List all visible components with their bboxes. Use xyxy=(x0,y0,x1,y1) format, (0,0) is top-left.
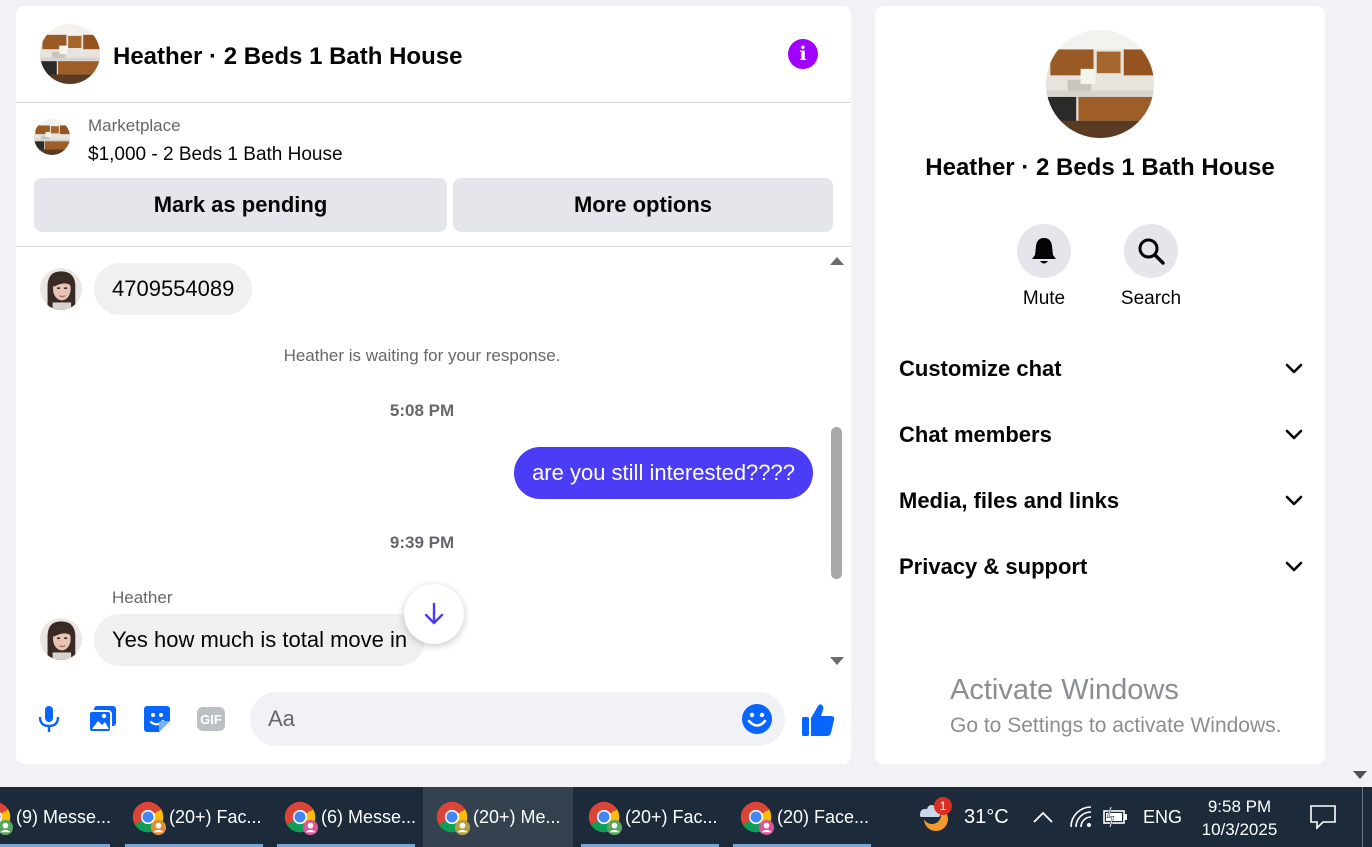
chrome-icon xyxy=(281,798,319,836)
message-composer: GIF xyxy=(16,692,851,746)
taskbar-item[interactable]: (9) Messe... xyxy=(0,787,112,847)
chevron-up-icon xyxy=(1033,811,1053,823)
show-desktop-button[interactable] xyxy=(1362,787,1372,847)
sticker-icon[interactable] xyxy=(142,704,172,734)
section-label: Media, files and links xyxy=(899,488,1120,513)
media-files-links-section[interactable]: Media, files and links xyxy=(899,481,1303,521)
clock-time: 9:58 PM xyxy=(1207,797,1272,816)
taskbar-item-active[interactable]: (20+) Me... xyxy=(423,787,573,847)
incoming-message[interactable]: 4709554089 xyxy=(94,263,253,315)
temperature: 31°C xyxy=(964,805,1009,828)
battery-button[interactable] xyxy=(1102,787,1130,847)
message-input-box[interactable] xyxy=(250,692,785,746)
mute-action[interactable]: Mute xyxy=(994,224,1094,310)
search-button[interactable] xyxy=(1124,224,1178,278)
chrome-icon xyxy=(433,798,471,836)
notifications-button[interactable] xyxy=(1309,787,1337,847)
chat-members-section[interactable]: Chat members xyxy=(899,415,1303,455)
listing-avatar[interactable] xyxy=(40,24,100,84)
chevron-down-icon xyxy=(1285,561,1303,572)
incoming-message[interactable]: Yes how much is total move in xyxy=(94,614,426,666)
message-scrollbar[interactable] xyxy=(831,427,842,579)
chrome-icon xyxy=(585,798,623,836)
sender-name: Heather xyxy=(112,588,173,607)
network-button[interactable] xyxy=(1068,787,1094,847)
show-hidden-icons-button[interactable] xyxy=(1032,787,1054,847)
taskbar-item-label: (9) Messe... xyxy=(16,806,112,827)
listing-source: Marketplace xyxy=(88,116,181,135)
section-label: Customize chat xyxy=(899,356,1062,381)
listing-title[interactable]: $1,000 - 2 Beds 1 Bath House xyxy=(88,144,343,166)
chat-header: Heather · 2 Beds 1 Bath House i xyxy=(16,6,851,103)
timestamp: 9:39 PM xyxy=(389,533,455,552)
gif-icon[interactable]: GIF xyxy=(196,704,226,734)
emoji-icon[interactable] xyxy=(741,703,773,735)
activate-windows-subtitle: Go to Settings to activate Windows. xyxy=(950,714,1282,737)
scroll-to-bottom-button[interactable] xyxy=(404,584,464,644)
profile-name[interactable]: Heather · 2 Beds 1 Bath House xyxy=(875,154,1325,182)
thumbs-up-icon[interactable] xyxy=(800,702,836,738)
svg-text:GIF: GIF xyxy=(200,712,222,727)
info-icon[interactable]: i xyxy=(788,39,818,69)
mute-label: Mute xyxy=(1022,288,1066,309)
taskbar-item[interactable]: (6) Messe... xyxy=(277,787,417,847)
weather-widget[interactable]: 1 31°C xyxy=(914,787,1009,847)
chrome-icon xyxy=(129,798,167,836)
search-icon xyxy=(1138,238,1165,265)
battery-icon xyxy=(1103,806,1127,828)
contact-avatar[interactable] xyxy=(40,268,82,310)
customize-chat-section[interactable]: Customize chat xyxy=(899,349,1303,389)
taskbar-item[interactable]: (20+) Fac... xyxy=(125,787,263,847)
mute-button[interactable] xyxy=(1017,224,1071,278)
contact-avatar[interactable] xyxy=(40,618,82,660)
notification-icon xyxy=(1310,805,1336,830)
taskbar-item-label: (20+) Fac... xyxy=(625,806,718,827)
chat-title[interactable]: Heather · 2 Beds 1 Bath House xyxy=(113,43,462,71)
scroll-up-arrow-icon[interactable] xyxy=(829,256,845,266)
language-indicator[interactable]: ENG xyxy=(1143,787,1182,847)
waiting-notice: Heather is waiting for your response. xyxy=(283,346,561,365)
taskbar-item-label: (20+) Me... xyxy=(473,806,561,827)
scroll-down-arrow-icon[interactable] xyxy=(829,656,845,666)
timestamp: 5:08 PM xyxy=(389,401,455,420)
wifi-icon xyxy=(1070,806,1092,828)
privacy-support-section[interactable]: Privacy & support xyxy=(899,547,1303,587)
page-scroll-down-arrow-icon[interactable] xyxy=(1352,770,1368,780)
search-label: Search xyxy=(1120,288,1182,309)
chevron-down-icon xyxy=(1285,363,1303,374)
chevron-down-icon xyxy=(1285,495,1303,506)
chrome-icon xyxy=(737,798,775,836)
taskbar-item[interactable]: (20) Face... xyxy=(733,787,871,847)
microphone-icon[interactable] xyxy=(34,704,64,734)
mark-as-pending-button[interactable]: Mark as pending xyxy=(34,178,447,232)
activate-windows-title: Activate Windows xyxy=(950,674,1179,706)
profile-avatar[interactable] xyxy=(1046,30,1154,138)
taskbar-item-label: (6) Messe... xyxy=(321,806,417,827)
bell-icon xyxy=(1032,238,1056,264)
system-clock[interactable]: 9:58 PM 10/3/2025 xyxy=(1192,795,1287,841)
more-options-button[interactable]: More options xyxy=(453,178,833,232)
outgoing-message[interactable]: are you still interested???? xyxy=(514,447,813,499)
chrome-icon xyxy=(0,798,14,836)
taskbar-item-label: (20+) Fac... xyxy=(169,806,262,827)
message-input[interactable] xyxy=(250,692,730,746)
photo-gallery-icon[interactable] xyxy=(88,704,118,734)
taskbar-item-label: (20) Face... xyxy=(777,806,870,827)
chat-panel: Heather · 2 Beds 1 Bath House i Marketpl… xyxy=(16,6,851,764)
listing-thumbnail[interactable] xyxy=(34,119,70,155)
arrow-down-icon xyxy=(424,602,444,625)
clock-date: 10/3/2025 xyxy=(1201,820,1278,839)
taskbar-item[interactable]: (20+) Fac... xyxy=(581,787,719,847)
search-action[interactable]: Search xyxy=(1101,224,1201,310)
chat-details-panel: Heather · 2 Beds 1 Bath House Mute Searc… xyxy=(875,6,1325,764)
windows-taskbar: (9) Messe... (20+) Fac... (6) Messe... (… xyxy=(0,787,1372,847)
weather-badge: 1 xyxy=(934,797,952,815)
chevron-down-icon xyxy=(1285,429,1303,440)
section-label: Privacy & support xyxy=(899,554,1088,579)
section-label: Chat members xyxy=(899,422,1052,447)
